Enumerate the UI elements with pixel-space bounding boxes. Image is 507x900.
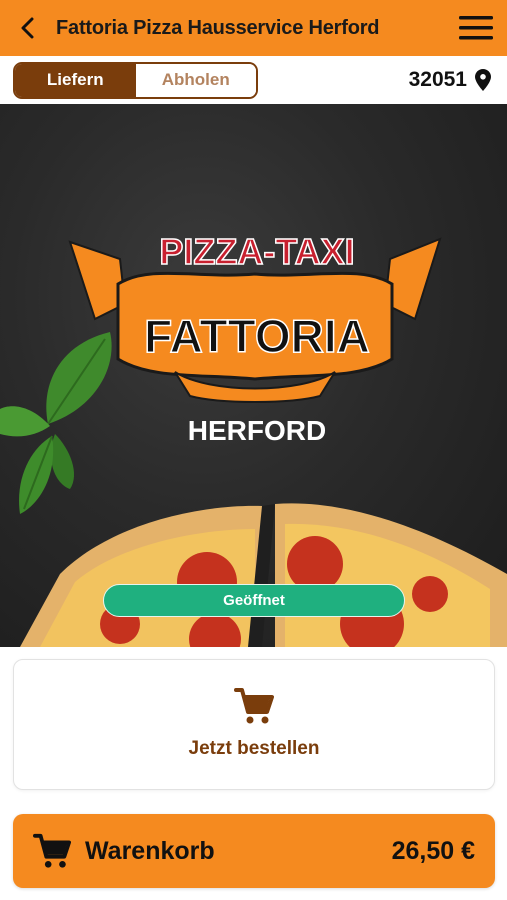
logo-text-top: PIZZA-TAXI bbox=[159, 231, 354, 272]
restaurant-logo: PIZZA-TAXI FATTORIA HERFORD bbox=[68, 230, 442, 446]
app-header: Fattoria Pizza Hausservice Herford bbox=[0, 0, 507, 56]
open-status-badge: Geöffnet bbox=[103, 584, 405, 617]
page-title: Fattoria Pizza Hausservice Herford bbox=[56, 16, 380, 39]
order-now-label: Jetzt bestellen bbox=[188, 738, 320, 759]
order-now-card[interactable]: Jetzt bestellen bbox=[13, 659, 495, 790]
menu-button[interactable] bbox=[445, 0, 507, 56]
cart-total: 26,50 € bbox=[391, 836, 475, 865]
hamburger-menu-icon bbox=[459, 16, 493, 40]
logo-text-city: HERFORD bbox=[188, 415, 326, 446]
logo-text-main: FATTORIA bbox=[144, 310, 370, 362]
back-button[interactable] bbox=[0, 0, 56, 56]
mode-bar: Liefern Abholen 32051 bbox=[0, 56, 507, 104]
cart-icon bbox=[33, 833, 71, 868]
basil-leaves-icon bbox=[0, 332, 112, 514]
pizza-image bbox=[20, 503, 507, 647]
delivery-mode-toggle: Liefern Abholen bbox=[13, 61, 258, 99]
cart-icon bbox=[234, 688, 274, 724]
hero-illustration: PIZZA-TAXI FATTORIA HERFORD bbox=[0, 230, 507, 647]
cart-button[interactable]: Warenkorb 26,50 € bbox=[13, 814, 495, 888]
map-pin-icon bbox=[475, 69, 491, 91]
cart-label: Warenkorb bbox=[85, 836, 215, 865]
chevron-left-icon bbox=[21, 17, 34, 39]
postal-code-selector[interactable]: 32051 bbox=[409, 68, 491, 92]
tab-abholen[interactable]: Abholen bbox=[135, 63, 256, 97]
tab-liefern[interactable]: Liefern bbox=[15, 63, 136, 97]
hero-banner: PIZZA-TAXI FATTORIA HERFORD Geöffnet bbox=[0, 104, 507, 647]
postal-code: 32051 bbox=[408, 68, 467, 91]
